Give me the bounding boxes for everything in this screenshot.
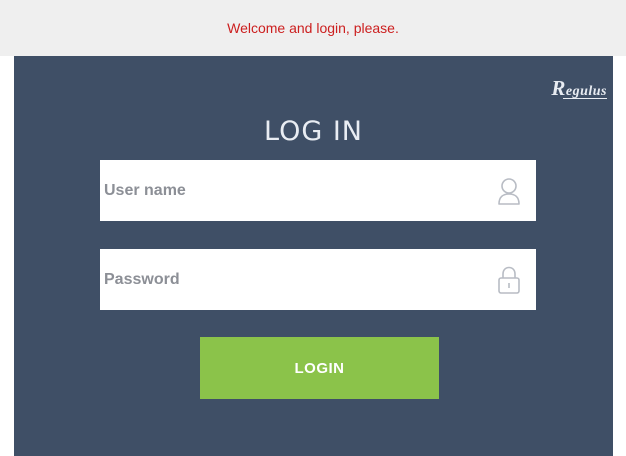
logo-initial: R [551, 76, 566, 100]
logo-underline [563, 98, 607, 99]
username-field-container [100, 160, 536, 221]
lock-icon [498, 266, 520, 294]
username-input[interactable] [100, 160, 484, 221]
password-field-container [100, 249, 536, 310]
user-icon [498, 178, 520, 205]
welcome-banner: Welcome and login, please. [0, 0, 626, 56]
login-button[interactable]: LOGIN [200, 337, 439, 399]
login-page: Welcome and login, please. Regulus LOG I… [0, 0, 626, 456]
welcome-message: Welcome and login, please. [227, 20, 399, 36]
page-title: LOG IN [264, 116, 363, 147]
password-input[interactable] [100, 249, 484, 310]
logo-text: egulus [565, 84, 607, 99]
login-panel: Regulus LOG IN LOGIN [14, 56, 613, 456]
